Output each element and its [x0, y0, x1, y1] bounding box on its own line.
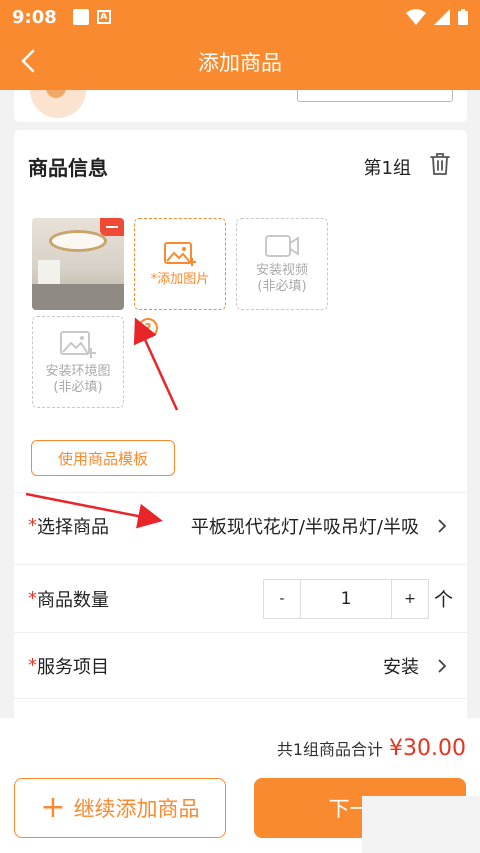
- total-summary: 共1组商品合计 ¥30.00: [277, 736, 466, 761]
- required-mark: *: [28, 588, 37, 609]
- increment-button[interactable]: +: [392, 580, 428, 618]
- select-product-value: 平板现代花灯/半吸吊灯/半吸: [190, 516, 419, 538]
- chevron-right-icon: [438, 518, 447, 533]
- help-icon[interactable]: ?: [138, 318, 158, 338]
- install-video-note: (非必填): [257, 279, 307, 294]
- install-video-label: 安装视频: [255, 263, 308, 278]
- product-info-card: 商品信息 第1组 *添加图片 安装视频 (非必填) 安装环境图 (非必填) ? …: [14, 130, 467, 730]
- quantity-stepper: - 1 +: [263, 579, 429, 619]
- chevron-right-icon: [438, 658, 447, 673]
- decrement-button[interactable]: -: [264, 580, 300, 618]
- install-env-note: (非必填): [53, 380, 103, 395]
- add-image-icon: [164, 242, 196, 266]
- watermark-overlay: [362, 796, 480, 853]
- back-arrow-icon[interactable]: [14, 46, 44, 76]
- ceiling-lamp-image: [49, 230, 107, 252]
- notification-icon: [72, 9, 89, 25]
- continue-add-button[interactable]: + 继续添加商品: [14, 778, 226, 838]
- battery-icon: [458, 9, 468, 25]
- video-camera-icon: [265, 235, 299, 257]
- required-mark: *: [28, 655, 37, 676]
- card-title: 商品信息: [28, 156, 108, 180]
- quantity-unit: 个: [433, 589, 453, 611]
- install-video-tile[interactable]: 安装视频 (非必填): [236, 218, 328, 310]
- select-product-label: 选择商品: [37, 516, 109, 538]
- add-image-label: *添加图片: [150, 272, 210, 287]
- total-label: 共1组商品合计: [276, 740, 384, 759]
- service-label: 服务项目: [37, 656, 109, 678]
- nav-bar: 添加商品: [0, 34, 480, 90]
- app-notification-icon: A: [96, 10, 111, 24]
- group-label: 第1组: [363, 158, 411, 179]
- quantity-label: 商品数量: [37, 589, 109, 611]
- add-image-tile[interactable]: *添加图片: [134, 218, 226, 310]
- previous-section-peek: [14, 90, 467, 122]
- select-box-peek[interactable]: [297, 90, 453, 102]
- required-mark: *: [28, 515, 37, 536]
- remove-photo-button[interactable]: [100, 218, 124, 236]
- quantity-input[interactable]: 1: [300, 580, 392, 618]
- trash-icon[interactable]: [429, 152, 451, 176]
- service-value: 安装: [383, 656, 419, 678]
- install-env-tile[interactable]: 安装环境图 (非必填): [32, 316, 124, 408]
- image-add-icon: [60, 331, 96, 358]
- page-title: 添加商品: [198, 51, 282, 75]
- wifi-icon: [406, 9, 426, 25]
- use-template-button[interactable]: 使用商品模板: [31, 440, 175, 476]
- status-time: 9:08: [12, 6, 57, 28]
- status-bar: 9:08 A: [0, 0, 480, 34]
- install-env-label: 安装环境图: [45, 364, 111, 379]
- signal-icon: [434, 9, 450, 25]
- select-product-row[interactable]: * 选择商品 平板现代花灯/半吸吊灯/半吸: [14, 492, 467, 558]
- quantity-row: * 商品数量 - 1 + 个: [14, 564, 467, 632]
- plus-icon: +: [40, 790, 66, 825]
- total-price: ¥30.00: [389, 736, 466, 761]
- continue-add-label: 继续添加商品: [73, 797, 200, 821]
- service-row[interactable]: * 服务项目 安装: [14, 632, 467, 698]
